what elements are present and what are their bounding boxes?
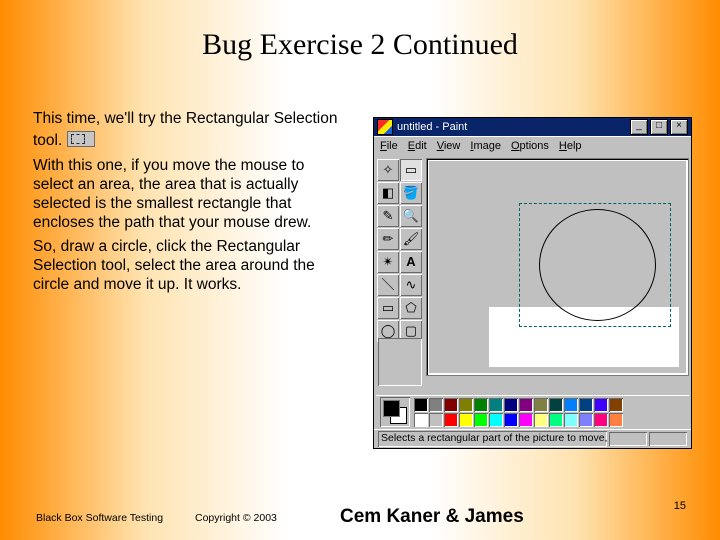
color-swatch[interactable] bbox=[489, 413, 503, 427]
menu-view[interactable]: View bbox=[437, 140, 461, 152]
color-swatch[interactable] bbox=[414, 413, 428, 427]
tool-options-well bbox=[378, 338, 422, 386]
color-swatch[interactable] bbox=[504, 398, 518, 412]
rect-select-tool-icon bbox=[67, 131, 95, 147]
paragraph-3: So, draw a circle, click the Rectangular… bbox=[33, 238, 343, 295]
color-swatch[interactable] bbox=[444, 413, 458, 427]
color-swatch[interactable] bbox=[549, 398, 563, 412]
color-swatch[interactable] bbox=[609, 413, 623, 427]
tool-freeform-select-icon[interactable]: ✧ bbox=[377, 159, 399, 181]
status-size-well bbox=[649, 432, 687, 446]
tool-polygon-icon[interactable]: ⬠ bbox=[400, 297, 422, 319]
close-button[interactable]: × bbox=[670, 119, 688, 135]
color-swatch[interactable] bbox=[414, 398, 428, 412]
tool-rect-select-icon[interactable]: ▭ bbox=[400, 159, 422, 181]
color-swatch[interactable] bbox=[549, 413, 563, 427]
paint-app-icon bbox=[377, 119, 393, 135]
color-swatch[interactable] bbox=[489, 398, 503, 412]
slide: Bug Exercise 2 Continued This time, we'l… bbox=[0, 0, 720, 540]
color-swatch[interactable] bbox=[579, 398, 593, 412]
color-swatch[interactable] bbox=[429, 398, 443, 412]
tool-airbrush-icon[interactable]: ✴ bbox=[377, 251, 399, 273]
footer-left: Black Box Software Testing bbox=[36, 512, 163, 524]
menu-bar: File Edit View Image Options Help bbox=[374, 136, 691, 155]
footer-authors: Cem Kaner & James bbox=[340, 506, 524, 528]
color-swatch[interactable] bbox=[459, 413, 473, 427]
body-text: This time, we'll try the Rectangular Sel… bbox=[33, 110, 343, 301]
paint-body: ✧ ▭ ◧ 🪣 ✎ 🔍 ✏ 🖌 ✴ A ＼ ∿ ▭ ⬠ ◯ ▢ bbox=[374, 156, 691, 448]
menu-file[interactable]: File bbox=[380, 140, 398, 152]
color-swatch[interactable] bbox=[564, 398, 578, 412]
color-swatch[interactable] bbox=[474, 398, 488, 412]
page-number: 15 bbox=[674, 500, 686, 512]
footer-copyright: Copyright © 2003 bbox=[195, 512, 277, 524]
color-swatch[interactable] bbox=[609, 398, 623, 412]
tool-brush-icon[interactable]: 🖌 bbox=[400, 228, 422, 250]
tool-fill-icon[interactable]: 🪣 bbox=[400, 182, 422, 204]
color-swatch[interactable] bbox=[534, 398, 548, 412]
status-text: Selects a rectangular part of the pictur… bbox=[378, 431, 607, 447]
menu-help[interactable]: Help bbox=[559, 140, 582, 152]
tool-curve-icon[interactable]: ∿ bbox=[400, 274, 422, 296]
titlebar: untitled - Paint _ □ × bbox=[374, 118, 691, 136]
color-swatch[interactable] bbox=[459, 398, 473, 412]
minimize-button[interactable]: _ bbox=[630, 119, 648, 135]
drawn-circle bbox=[539, 209, 656, 321]
color-swatch[interactable] bbox=[564, 413, 578, 427]
color-swatch[interactable] bbox=[504, 413, 518, 427]
paint-window: untitled - Paint _ □ × File Edit View Im… bbox=[373, 117, 692, 449]
color-swatch[interactable] bbox=[534, 413, 548, 427]
menu-options[interactable]: Options bbox=[511, 140, 549, 152]
maximize-button[interactable]: □ bbox=[650, 119, 668, 135]
canvas-background bbox=[429, 161, 686, 373]
color-swatch[interactable] bbox=[519, 413, 533, 427]
color-swatch[interactable] bbox=[444, 398, 458, 412]
window-title: untitled - Paint bbox=[397, 121, 467, 133]
canvas[interactable] bbox=[426, 158, 689, 376]
foreground-background-well[interactable] bbox=[380, 397, 410, 427]
color-swatch[interactable] bbox=[594, 398, 608, 412]
foreground-color-swatch bbox=[383, 400, 400, 417]
tool-eraser-icon[interactable]: ◧ bbox=[377, 182, 399, 204]
color-swatch[interactable] bbox=[519, 398, 533, 412]
tool-pencil-icon[interactable]: ✏ bbox=[377, 228, 399, 250]
color-palette bbox=[376, 395, 689, 428]
status-bar: Selects a rectangular part of the pictur… bbox=[374, 429, 691, 448]
paragraph-2: With this one, if you move the mouse to … bbox=[33, 157, 343, 233]
status-coords-well bbox=[609, 432, 647, 446]
toolbox: ✧ ▭ ◧ 🪣 ✎ 🔍 ✏ 🖌 ✴ A ＼ ∿ ▭ ⬠ ◯ ▢ bbox=[376, 158, 424, 343]
paragraph-1: This time, we'll try the Rectangular Sel… bbox=[33, 110, 343, 151]
tool-magnify-icon[interactable]: 🔍 bbox=[400, 205, 422, 227]
color-swatch[interactable] bbox=[594, 413, 608, 427]
menu-image[interactable]: Image bbox=[470, 140, 501, 152]
tool-text-icon[interactable]: A bbox=[400, 251, 422, 273]
tool-line-icon[interactable]: ＼ bbox=[377, 274, 399, 296]
tool-rect-icon[interactable]: ▭ bbox=[377, 297, 399, 319]
tool-picker-icon[interactable]: ✎ bbox=[377, 205, 399, 227]
menu-edit[interactable]: Edit bbox=[408, 140, 427, 152]
color-swatch[interactable] bbox=[474, 413, 488, 427]
color-swatch[interactable] bbox=[579, 413, 593, 427]
color-swatch[interactable] bbox=[429, 413, 443, 427]
swatches-grid bbox=[414, 398, 623, 427]
slide-title: Bug Exercise 2 Continued bbox=[0, 28, 720, 62]
